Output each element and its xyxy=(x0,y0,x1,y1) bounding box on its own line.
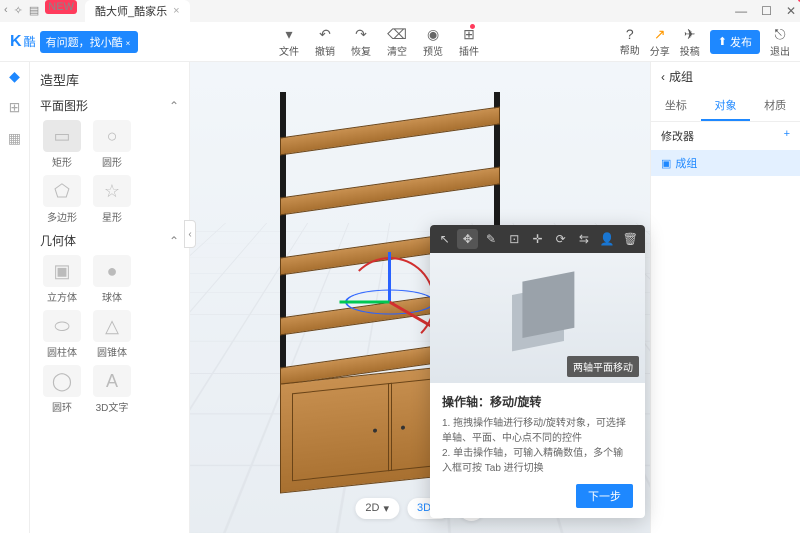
shape-sphere[interactable]: ●球体 xyxy=(90,255,134,304)
undo-icon: ↶ xyxy=(319,26,331,43)
browser-tab[interactable]: 酷大师_酷家乐 × xyxy=(85,0,190,22)
submit-icon: ✈ xyxy=(684,26,696,43)
new-badge: NEW xyxy=(45,0,77,14)
left-rail: ◆ ⊞ ▦ xyxy=(0,62,30,533)
redo-icon: ↷ xyxy=(355,26,367,43)
menu-file[interactable]: ▾文件 xyxy=(279,26,299,58)
tooltip-close-icon[interactable]: × xyxy=(126,39,131,48)
menu-share[interactable]: ↗分享 xyxy=(650,26,670,58)
exit-icon: ⎋ xyxy=(774,26,785,43)
library-panel: 造型库 平面图形 ⌃ ▭矩形 ○圆形 ⬠多边形 ☆星形 几何体 ⌃ ▣立方体 ●… xyxy=(30,62,190,533)
tab-material[interactable]: 材质 xyxy=(750,91,800,121)
tutorial-toolbar: ↖ ✥ ✎ ⊡ ✛ ⟳ ⇆ 👤 🗑 xyxy=(430,225,645,253)
shape-rectangle[interactable]: ▭矩形 xyxy=(40,120,84,169)
window-controls: — ☐ ✕ xyxy=(735,4,796,18)
shapes-3d-grid: ▣立方体 ●球体 ⬭圆柱体 △圆锥体 ◯圆环 A3D文字 xyxy=(40,255,179,414)
upload-icon: ⬆ xyxy=(718,35,727,48)
app-logo: K xyxy=(10,33,22,51)
shape-star[interactable]: ☆星形 xyxy=(90,175,134,224)
menu-plugin[interactable]: ⊞插件 xyxy=(459,26,479,58)
tutorial-next-button[interactable]: 下一步 xyxy=(576,484,633,508)
tutorial-image-label: 两轴平面移动 xyxy=(567,356,639,377)
library-title: 造型库 xyxy=(40,70,179,89)
window-titlebar: ‹ ✧ ▤ NEW 酷大师_酷家乐 × — ☐ ✕ xyxy=(0,0,800,22)
tut-rotate-icon[interactable]: ⟳ xyxy=(550,229,571,249)
shape-polygon[interactable]: ⬠多边形 xyxy=(40,175,84,224)
chevron-left-icon[interactable]: ‹ xyxy=(661,70,665,84)
tutorial-popup: ↖ ✥ ✎ ⊡ ✛ ⟳ ⇆ 👤 🗑 两轴平面移动 操作轴：移动/旋转 1. 拖拽… xyxy=(430,225,645,518)
minimize-icon[interactable]: — xyxy=(735,4,747,18)
modifier-item-group[interactable]: ▣成组 xyxy=(651,150,800,176)
notification-dot xyxy=(470,24,475,29)
tut-delete-icon[interactable]: 🗑 xyxy=(620,229,641,249)
shape-cube[interactable]: ▣立方体 xyxy=(40,255,84,304)
chevron-up-icon: ⌃ xyxy=(169,99,179,113)
file-icon[interactable]: ▤ xyxy=(29,4,39,18)
chevron-up-icon: ⌃ xyxy=(169,234,179,248)
help-tooltip[interactable]: 有问题，找小酷 × xyxy=(40,31,139,53)
tut-user-icon[interactable]: 👤 xyxy=(597,229,618,249)
tutorial-text-2: 2. 单击操作轴，可输入精确数值，多个输入框可按 Tab 进行切换 xyxy=(442,446,633,476)
shape-3dtext[interactable]: A3D文字 xyxy=(90,365,134,414)
preview-icon: ◉ xyxy=(427,26,439,43)
panel-tabs: 坐标 对象 材质 xyxy=(651,91,800,122)
back-icon[interactable]: ‹ xyxy=(4,4,8,18)
tab-close-icon[interactable]: × xyxy=(173,5,179,17)
tut-move-icon[interactable]: ✥ xyxy=(457,229,478,249)
tut-cursor-icon[interactable]: ↖ xyxy=(434,229,455,249)
header-right-menu: ?帮助 ↗分享 ✈投稿 ⬆发布 ⎋退出 xyxy=(620,26,790,58)
menu-clear[interactable]: ⌫清空 xyxy=(387,26,407,58)
menu-help[interactable]: ?帮助 xyxy=(620,26,640,57)
shape-circle[interactable]: ○圆形 xyxy=(90,120,134,169)
close-icon[interactable]: ✕ xyxy=(786,4,796,18)
section-2d-shapes[interactable]: 平面图形 ⌃ xyxy=(40,97,179,114)
shape-cone[interactable]: △圆锥体 xyxy=(90,310,134,359)
tab-title: 酷大师_酷家乐 xyxy=(95,3,167,19)
rail-shapes-icon[interactable]: ◆ xyxy=(9,68,20,85)
tab-object[interactable]: 对象 xyxy=(701,91,751,121)
group-icon: ▣ xyxy=(661,157,671,170)
publish-button[interactable]: ⬆发布 xyxy=(710,30,760,54)
modifier-section: 修改器 + xyxy=(651,122,800,150)
bookmark-icon[interactable]: ✧ xyxy=(14,4,23,18)
tut-snap-icon[interactable]: ⊡ xyxy=(504,229,525,249)
tut-edit-icon[interactable]: ✎ xyxy=(480,229,501,249)
tutorial-image: 两轴平面移动 xyxy=(430,253,645,383)
view-2d-button[interactable]: 2D▾ xyxy=(355,498,399,519)
panel-title: ‹成组 xyxy=(651,62,800,91)
share-icon: ↗ xyxy=(654,26,666,43)
header-center-menu: ▾文件 ↶撤销 ↷恢复 ⌫清空 ◉预览 ⊞插件 xyxy=(279,26,479,58)
tut-drag-icon[interactable]: ✛ xyxy=(527,229,548,249)
shapes-2d-grid: ▭矩形 ○圆形 ⬠多边形 ☆星形 xyxy=(40,120,179,224)
add-modifier-icon[interactable]: + xyxy=(784,128,790,144)
maximize-icon[interactable]: ☐ xyxy=(761,4,772,18)
menu-undo[interactable]: ↶撤销 xyxy=(315,26,335,58)
app-header: K 酷 有问题，找小酷 × ▾文件 ↶撤销 ↷恢复 ⌫清空 ◉预览 ⊞插件 ?帮… xyxy=(0,22,800,62)
app-logo-text: 酷 xyxy=(24,33,36,50)
menu-exit[interactable]: ⎋退出 xyxy=(770,26,790,58)
properties-panel: ‹成组 坐标 对象 材质 修改器 + ▣成组 xyxy=(650,62,800,533)
tutorial-text-1: 1. 拖拽操作轴进行移动/旋转对象，可选择单轴、平面、中心点不同的控件 xyxy=(442,416,633,446)
rail-materials-icon[interactable]: ⊞ xyxy=(9,99,21,116)
menu-redo[interactable]: ↷恢复 xyxy=(351,26,371,58)
clear-icon: ⌫ xyxy=(387,26,407,43)
tutorial-title: 操作轴：移动/旋转 xyxy=(442,393,633,410)
tutorial-body: 操作轴：移动/旋转 1. 拖拽操作轴进行移动/旋转对象，可选择单轴、平面、中心点… xyxy=(430,383,645,518)
rail-layers-icon[interactable]: ▦ xyxy=(8,130,21,147)
main-area: ◆ ⊞ ▦ 造型库 平面图形 ⌃ ▭矩形 ○圆形 ⬠多边形 ☆星形 几何体 ⌃ … xyxy=(0,62,800,533)
help-icon: ? xyxy=(626,26,634,42)
file-icon: ▾ xyxy=(286,26,293,43)
section-3d-solids[interactable]: 几何体 ⌃ xyxy=(40,232,179,249)
menu-preview[interactable]: ◉预览 xyxy=(423,26,443,58)
titlebar-icons: ‹ ✧ ▤ NEW xyxy=(4,4,77,18)
shape-cylinder[interactable]: ⬭圆柱体 xyxy=(40,310,84,359)
tab-coordinates[interactable]: 坐标 xyxy=(651,91,701,121)
shape-torus[interactable]: ◯圆环 xyxy=(40,365,84,414)
tut-flip-icon[interactable]: ⇆ xyxy=(573,229,594,249)
chevron-down-icon: ▾ xyxy=(383,502,389,515)
menu-submit[interactable]: ✈投稿 xyxy=(680,26,700,58)
collapse-sidebar-button[interactable]: ‹ xyxy=(184,220,196,248)
